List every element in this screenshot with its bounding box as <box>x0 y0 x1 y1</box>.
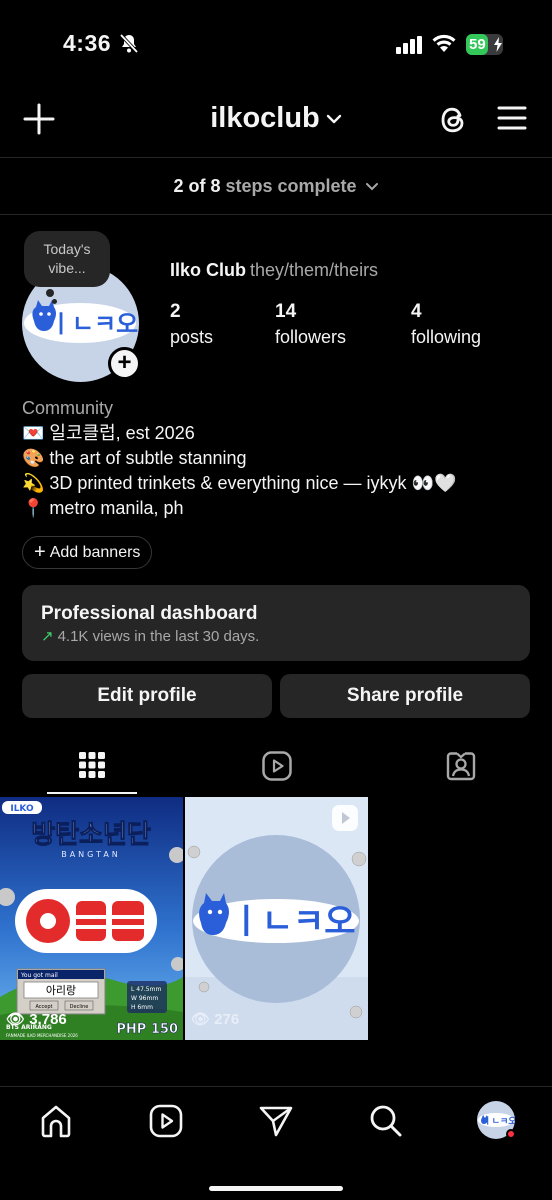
popup-text: 아리랑 <box>46 984 76 997</box>
steps-count: 2 of 8 <box>173 176 221 196</box>
plus-icon: + <box>34 541 46 563</box>
bio: Community 💌 일코클럽, est 2026 🎨 the art of … <box>22 396 456 521</box>
bio-line: 🎨 the art of subtle stanning <box>22 448 247 468</box>
following-count: 4 <box>411 301 422 322</box>
display-name: Ilko Club <box>170 260 246 280</box>
eye-icon: 👁 <box>191 1011 211 1028</box>
dashboard-views: 4.1K views in the last 30 days. <box>57 628 260 645</box>
dashboard-title: Professional dashboard <box>41 603 258 624</box>
stat-following[interactable]: 4 following <box>411 300 481 350</box>
post-logo-text: ㅣㄴㅋ오 <box>230 902 355 942</box>
note-bubble[interactable]: Today's vibe... <box>24 231 110 287</box>
bio-line: 💌 일코클럽, est 2026 <box>22 423 195 443</box>
post-views: 👁 276 <box>191 1010 239 1028</box>
profile-tabs <box>0 744 552 796</box>
pronouns: they/them/theirs <box>250 260 379 280</box>
name-line: Ilko Club they/them/theirs <box>170 260 378 281</box>
status-bar: 4:36 59 <box>0 0 552 90</box>
wifi-icon <box>432 34 456 52</box>
status-time: 4:36 <box>63 30 112 56</box>
add-story-button[interactable]: + <box>108 347 141 380</box>
post-views: 👁 3,786 <box>6 1010 67 1028</box>
add-banners-button[interactable]: + Add banners <box>22 536 153 569</box>
following-label: following <box>411 327 482 347</box>
views-count: 3,786 <box>29 1011 67 1028</box>
dim-width: W 96mm <box>131 995 158 1002</box>
reels-icon <box>262 751 292 781</box>
post-price: PHP 150 <box>116 1022 178 1037</box>
trend-up-icon: ↗ <box>41 628 54 645</box>
chevron-down-icon <box>326 115 341 124</box>
charging-bolt-icon <box>494 37 502 52</box>
dim-length: L 47.5mm <box>131 986 161 993</box>
popup-title: You got mail <box>20 972 58 979</box>
tagged-icon <box>446 752 476 781</box>
followers-count: 14 <box>275 301 297 322</box>
home-icon[interactable] <box>38 1103 74 1139</box>
posts-label: posts <box>170 327 214 347</box>
username: ilkoclub <box>210 102 320 134</box>
eye-icon: 👁 <box>6 1011 26 1028</box>
posts-count: 2 <box>170 301 181 322</box>
popup-decline: Decline <box>70 1004 89 1010</box>
bottom-nav: ㅣㄴㅋ오 <box>0 1087 552 1200</box>
post-image-ilko: ㅣㄴㅋ오 <box>185 797 368 1040</box>
threads-icon[interactable] <box>436 102 470 138</box>
active-tab-indicator <box>47 792 137 794</box>
search-icon[interactable] <box>368 1103 404 1139</box>
post-badge-text: ILKO <box>10 804 34 814</box>
onboarding-steps[interactable]: 2 of 8 steps complete <box>0 158 552 214</box>
avatar-logo-text: ㅣㄴㅋ오 <box>50 310 138 338</box>
notification-dot <box>506 1129 516 1139</box>
bio-line: 💫 3D printed trinkets & everything nice … <box>22 473 457 493</box>
profile-avatar-text: ㅣㄴㅋ오 <box>483 1116 515 1127</box>
post-thumbnail[interactable]: ㅣㄴㅋ오 👁 276 <box>185 797 368 1040</box>
note-bubble-tail <box>46 289 54 297</box>
post-headline-latin: BANGTAN <box>61 850 121 859</box>
battery-indicator: 59 <box>466 34 503 55</box>
dashboard-subtitle: ↗ 4.1K views in the last 30 days. <box>41 627 259 645</box>
send-icon[interactable] <box>258 1103 294 1139</box>
stat-followers[interactable]: 14 followers <box>275 300 346 350</box>
tab-reels[interactable] <box>184 744 368 794</box>
category-label: Community <box>22 398 114 418</box>
home-indicator <box>209 1186 343 1191</box>
edit-profile-button[interactable]: Edit profile <box>22 674 272 718</box>
reels-icon[interactable] <box>148 1103 184 1139</box>
grid-icon <box>79 752 105 778</box>
steps-label: steps complete <box>225 176 357 196</box>
post-footer: FANMADE ILKO MERCHANDISE 2026 <box>6 1033 78 1038</box>
dim-height: H 6mm <box>131 1004 153 1011</box>
menu-icon[interactable] <box>497 104 527 132</box>
stat-posts[interactable]: 2 posts <box>170 300 213 350</box>
chevron-down-icon <box>365 183 378 191</box>
profile-header: ilkoclub <box>0 92 552 152</box>
post-headline-korean: 방탄소년단 <box>31 820 151 850</box>
post-thumbnail[interactable]: ILKO 방탄소년단 BANGTAN You got mail 아리랑 Acce… <box>0 797 183 1040</box>
bio-line: 📍 metro manila, ph <box>22 498 184 518</box>
professional-dashboard[interactable]: Professional dashboard ↗ 4.1K views in th… <box>22 585 530 661</box>
steps-divider <box>0 214 552 215</box>
reel-indicator-icon <box>332 805 358 831</box>
note-bubble-tail <box>52 299 57 304</box>
add-banners-label: Add banners <box>49 544 141 561</box>
signal-icon <box>396 36 422 54</box>
post-image-bangtan: ILKO 방탄소년단 BANGTAN You got mail 아리랑 Acce… <box>0 797 183 1040</box>
tab-posts[interactable] <box>0 744 184 794</box>
share-profile-button[interactable]: Share profile <box>280 674 530 718</box>
posts-grid: ILKO 방탄소년단 BANGTAN You got mail 아리랑 Acce… <box>0 797 552 1041</box>
bell-off-icon <box>119 33 139 54</box>
followers-label: followers <box>275 327 347 347</box>
tab-tagged[interactable] <box>368 744 552 794</box>
views-count: 276 <box>214 1011 240 1028</box>
